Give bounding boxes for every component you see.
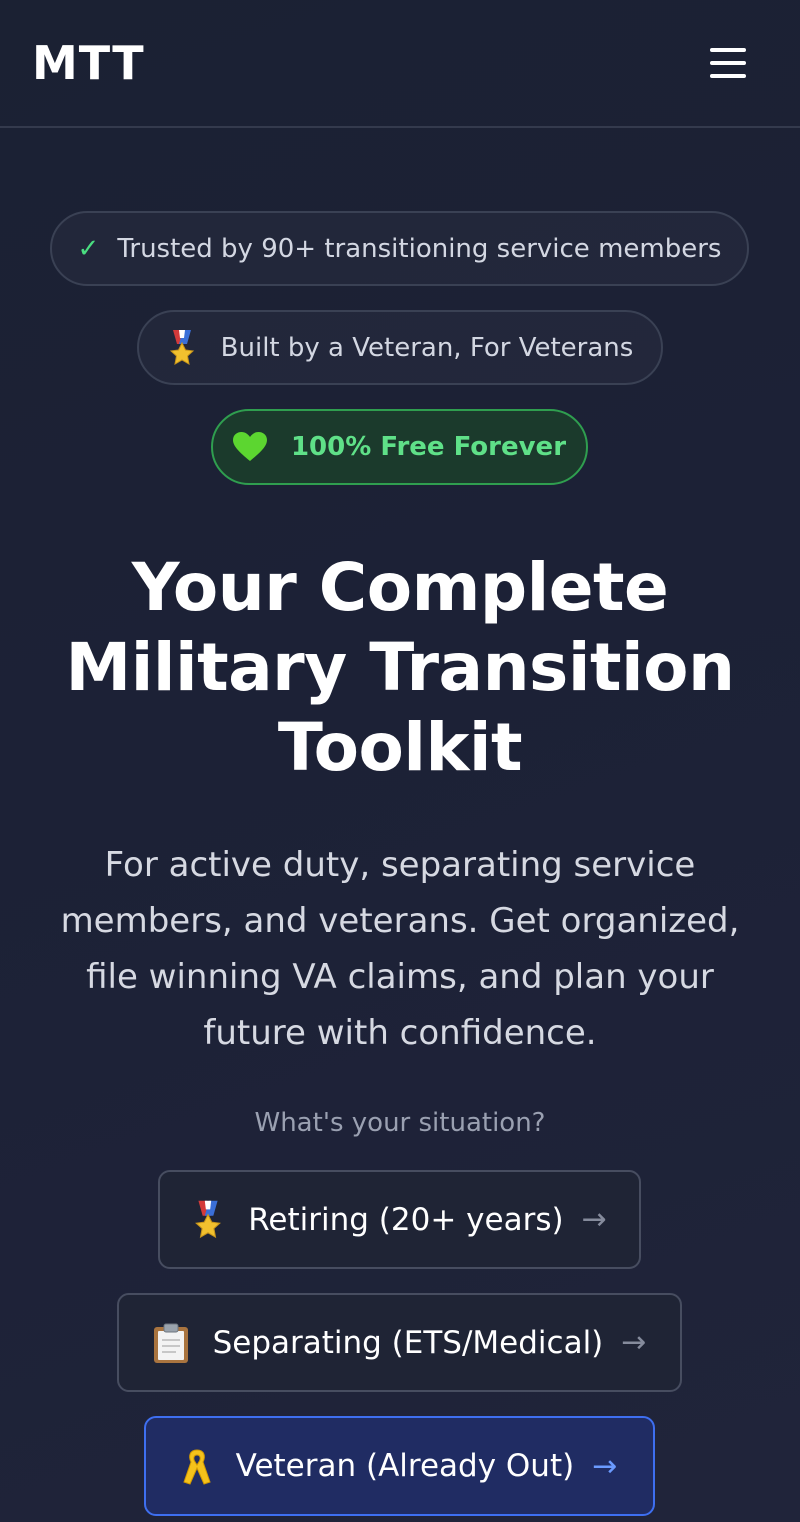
menu-bar <box>710 74 746 78</box>
military-medal-icon <box>167 329 197 366</box>
trusted-badge-text: Trusted by 90+ transitioning service mem… <box>117 233 722 264</box>
hero-subtitle-line: future with confidence. <box>203 1013 597 1053</box>
hero-subtitle-line: file winning VA claims, and plan your <box>86 957 714 997</box>
menu-bar <box>710 61 746 65</box>
option-veteran-button[interactable]: Veteran (Already Out) → <box>144 1416 655 1516</box>
hero-title-line: Military Transition <box>65 629 735 706</box>
hero-title: Your Complete Military Transition Toolki… <box>0 548 800 788</box>
checkmark-icon: ✓ <box>77 233 100 264</box>
option-label: Separating (ETS/Medical) <box>212 1324 604 1361</box>
veteran-built-badge: Built by a Veteran, For Veterans <box>137 310 663 385</box>
menu-bar <box>710 48 746 52</box>
hero-subtitle: For active duty, separating service memb… <box>40 837 760 1061</box>
trusted-badge: ✓ Trusted by 90+ transitioning service m… <box>50 211 749 286</box>
option-label: Veteran (Already Out) <box>235 1448 575 1484</box>
hamburger-menu-icon[interactable] <box>706 44 750 84</box>
option-label: Retiring (20+ years) <box>248 1201 564 1238</box>
arrow-right-icon: → <box>592 1448 618 1484</box>
hero-title-line: Toolkit <box>277 709 523 786</box>
option-retiring-button[interactable]: Retiring (20+ years) → <box>158 1170 641 1269</box>
site-logo[interactable]: MTT <box>32 36 145 90</box>
situation-question: What's your situation? <box>254 1108 546 1138</box>
military-medal-icon <box>192 1200 224 1240</box>
hero-title-line: Your Complete <box>131 549 669 626</box>
arrow-right-icon: → <box>621 1325 647 1360</box>
hero-subtitle-line: For active duty, separating service <box>104 845 696 885</box>
ribbon-icon <box>182 1446 212 1486</box>
free-badge: 100% Free Forever <box>211 409 588 485</box>
veteran-badge-text: Built by a Veteran, For Veterans <box>220 332 634 363</box>
clipboard-icon <box>153 1323 189 1363</box>
free-badge-text: 100% Free Forever <box>290 432 567 462</box>
green-heart-icon <box>232 432 267 462</box>
arrow-right-icon: → <box>581 1202 607 1237</box>
hero-subtitle-line: members, and veterans. Get organized, <box>60 901 740 941</box>
site-header: MTT <box>0 0 800 128</box>
option-separating-button[interactable]: Separating (ETS/Medical) → <box>117 1293 682 1392</box>
